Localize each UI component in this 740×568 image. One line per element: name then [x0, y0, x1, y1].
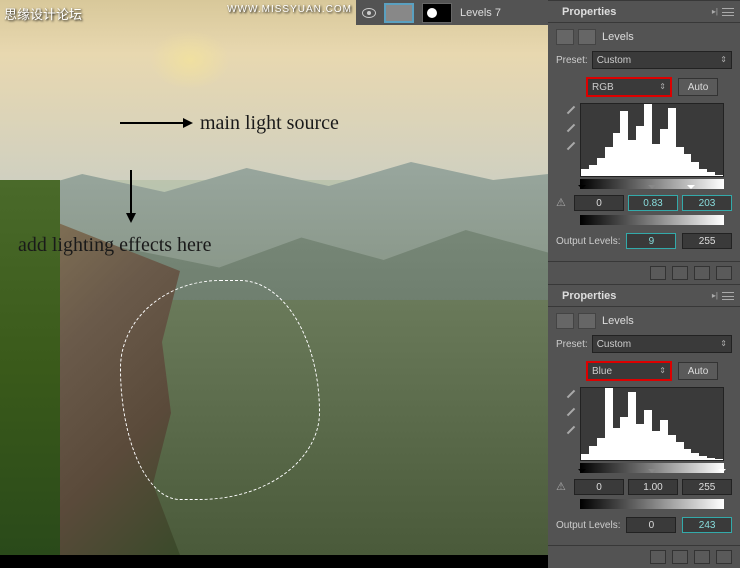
output-label: Output Levels:	[556, 520, 620, 531]
mid-input[interactable]: 0.83	[628, 195, 678, 211]
properties-panel-rgb: Properties ▸| Levels Preset: Custom ⇕ RGB…	[548, 0, 740, 284]
eyedropper-tools	[564, 103, 578, 153]
preset-value: Custom	[597, 339, 631, 350]
view-previous-icon[interactable]	[672, 550, 688, 564]
channel-select[interactable]: RGB ⇕	[586, 77, 672, 97]
trash-icon[interactable]	[716, 266, 732, 280]
layer-row[interactable]: Levels 7	[356, 0, 548, 25]
panel-title[interactable]: Properties	[554, 287, 624, 305]
output-label: Output Levels:	[556, 236, 620, 247]
watermark-top-left: 思缘设计论坛	[4, 4, 82, 23]
watermark-top-right: WWW.MISSYUAN.COM	[227, 4, 352, 15]
black-point-handle[interactable]	[578, 185, 586, 193]
adjustment-label: Levels	[602, 315, 634, 327]
properties-panel-blue: Properties ▸| Levels Preset: Custom ⇕ Blu…	[548, 284, 740, 568]
panel-menu-icon[interactable]: ▸|	[712, 8, 734, 16]
output-black-input[interactable]: 0	[626, 517, 676, 533]
gray-point-handle[interactable]	[648, 469, 656, 477]
preset-select[interactable]: Custom ⇕	[592, 51, 732, 69]
gray-point-handle[interactable]	[648, 185, 656, 193]
preset-select[interactable]: Custom ⇕	[592, 335, 732, 353]
output-white-input[interactable]: 255	[682, 233, 732, 249]
preset-label: Preset:	[556, 339, 588, 350]
sky-region	[0, 0, 548, 180]
eyedropper-white-icon[interactable]	[564, 423, 578, 437]
arrow-horizontal	[120, 122, 190, 124]
panel-title[interactable]: Properties	[554, 3, 624, 21]
white-point-handle[interactable]	[687, 185, 695, 193]
panel-footer	[548, 545, 740, 568]
adjustment-thumb[interactable]	[384, 3, 414, 23]
output-gradient[interactable]	[580, 215, 724, 225]
panel-header: Properties ▸|	[548, 1, 740, 23]
adjustment-label: Levels	[602, 31, 634, 43]
output-white-input[interactable]: 243	[682, 517, 732, 533]
black-input[interactable]: 0	[574, 195, 624, 211]
eyedropper-gray-icon[interactable]	[564, 405, 578, 419]
auto-button[interactable]: Auto	[678, 362, 718, 380]
chevron-updown-icon: ⇕	[659, 84, 666, 90]
eyedropper-black-icon[interactable]	[564, 387, 578, 401]
warning-icon[interactable]: ⚠	[556, 196, 570, 210]
white-input[interactable]: 255	[682, 479, 732, 495]
output-black-input[interactable]: 9	[626, 233, 676, 249]
histogram[interactable]	[580, 103, 724, 177]
properties-panels: Properties ▸| Levels Preset: Custom ⇕ RGB…	[548, 0, 740, 555]
output-gradient[interactable]	[580, 499, 724, 509]
view-previous-icon[interactable]	[672, 266, 688, 280]
white-input[interactable]: 203	[682, 195, 732, 211]
chevron-updown-icon: ⇕	[720, 341, 727, 347]
panel-header: Properties ▸|	[548, 285, 740, 307]
visibility-icon[interactable]	[362, 8, 376, 18]
annotation-lighting-effects: add lighting effects here	[18, 234, 211, 257]
layer-mask-thumb[interactable]	[422, 3, 452, 23]
selection-marquee[interactable]	[120, 280, 320, 500]
levels-icon[interactable]	[556, 313, 574, 329]
adjustment-type-row: Levels	[556, 29, 732, 45]
levels-icon[interactable]	[556, 29, 574, 45]
channel-select[interactable]: Blue ⇕	[586, 361, 672, 381]
trash-icon[interactable]	[716, 550, 732, 564]
chevron-updown-icon: ⇕	[659, 368, 666, 374]
eyedropper-black-icon[interactable]	[564, 103, 578, 117]
eyedropper-white-icon[interactable]	[564, 139, 578, 153]
sun-glow	[150, 30, 230, 90]
auto-button[interactable]: Auto	[678, 78, 718, 96]
input-slider[interactable]	[580, 463, 724, 473]
panel-footer	[548, 261, 740, 284]
chevron-updown-icon: ⇕	[720, 57, 727, 63]
eyedropper-tools	[564, 387, 578, 437]
input-slider[interactable]	[580, 179, 724, 189]
mask-icon[interactable]	[578, 313, 596, 329]
annotation-main-light: main light source	[200, 112, 339, 135]
arrow-vertical	[130, 170, 132, 220]
clip-icon[interactable]	[650, 266, 666, 280]
eyedropper-gray-icon[interactable]	[564, 121, 578, 135]
white-point-handle[interactable]	[718, 469, 726, 477]
preset-value: Custom	[597, 55, 631, 66]
reset-icon[interactable]	[694, 266, 710, 280]
panel-menu-icon[interactable]: ▸|	[712, 292, 734, 300]
clip-icon[interactable]	[650, 550, 666, 564]
black-input[interactable]: 0	[574, 479, 624, 495]
image-canvas[interactable]: main light source add lighting effects h…	[0, 0, 548, 555]
layer-name-label: Levels 7	[460, 7, 501, 19]
adjustment-type-row: Levels	[556, 313, 732, 329]
warning-icon[interactable]: ⚠	[556, 480, 570, 494]
black-point-handle[interactable]	[578, 469, 586, 477]
reset-icon[interactable]	[694, 550, 710, 564]
histogram[interactable]	[580, 387, 724, 461]
preset-label: Preset:	[556, 55, 588, 66]
channel-value: RGB	[592, 82, 614, 93]
mask-icon[interactable]	[578, 29, 596, 45]
channel-value: Blue	[592, 366, 612, 377]
mid-input[interactable]: 1.00	[628, 479, 678, 495]
